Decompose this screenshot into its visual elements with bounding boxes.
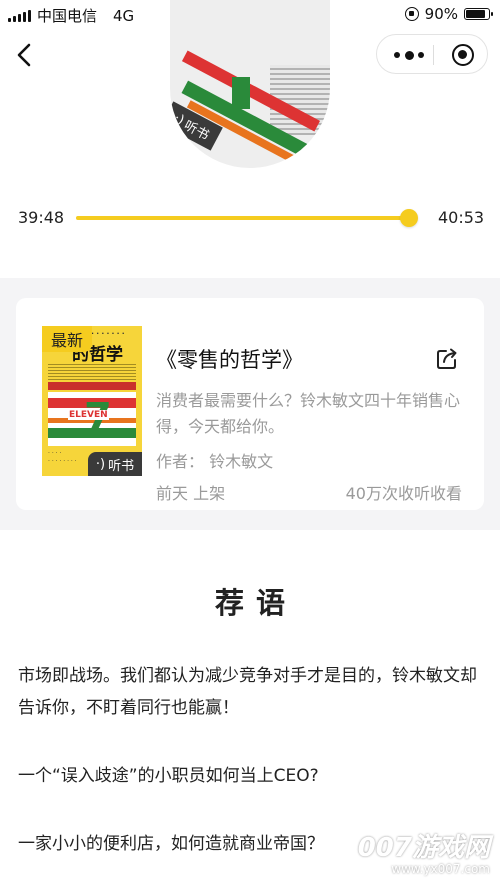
play-count: 40万次收听收看 [345,484,462,503]
recommend-paragraph: 一个“误入歧途”的小职员如何当上CEO? [18,766,319,786]
book-author: 作者： 铃木敏文 [156,452,274,471]
section-title: 荐语 [214,586,297,620]
progress-handle[interactable] [400,209,419,227]
capsule-divider [433,45,434,65]
progress-slider[interactable] [76,216,418,220]
new-badge: 最新 [42,326,92,352]
recommend-paragraph: 市场即战场。我们都认为减少竞争对手才是目的，铃木敏文却告诉你，不盯着同行也能赢！ [18,666,477,718]
share-icon[interactable] [436,348,458,370]
battery-fill [466,10,485,18]
battery-percent: 90% [424,5,458,23]
miniprogram-capsule [376,34,488,74]
watermark-url: www.yx007.com [391,862,490,876]
book-cover[interactable]: · · · · · · · · · · 的哲学 7 ELEVEN · · · ·… [42,326,142,476]
cover-fine-print: · · · · · · · · · · · · [48,450,77,465]
site-watermark: 007游戏网 www.yx007.com [358,834,490,876]
book-title: 《零售的哲学》 [156,348,303,372]
book-card-section: · · · · · · · · · · 的哲学 7 ELEVEN · · · ·… [0,278,500,530]
cover-text-block [48,364,136,380]
elapsed-time: 39:48 [18,208,65,227]
cover-logo-panel: 7 ELEVEN [48,392,136,446]
target-circle-icon[interactable] [452,44,474,66]
eleven-logo-icon: ELEVEN [68,410,109,420]
cover-red-band [48,382,136,390]
rotation-lock-icon [404,7,419,21]
book-description: 消费者最需要什么？铃木敏文四十年销售心得，今天都给你。 [156,391,461,436]
book-card[interactable]: · · · · · · · · · · 的哲学 7 ELEVEN · · · ·… [16,298,484,510]
watermark-logo: 007游戏网 [357,833,490,863]
more-dots-icon[interactable] [394,47,424,63]
album-cover-disc: ·) 听书 [170,0,330,168]
total-time: 40:53 [438,208,485,227]
listen-badge-label: 听书 [108,458,135,474]
cover-logo-mark [232,77,250,109]
listen-badge: ·) 听书 [88,452,142,476]
battery-icon [464,8,493,20]
sound-wave-icon: ·) [95,456,106,472]
status-right: 90% [404,5,493,23]
updated-label: 前天 上架 [156,484,226,503]
book-meta: 前天 上架 40万次收听收看 [156,480,462,504]
progress-fill [76,216,410,220]
